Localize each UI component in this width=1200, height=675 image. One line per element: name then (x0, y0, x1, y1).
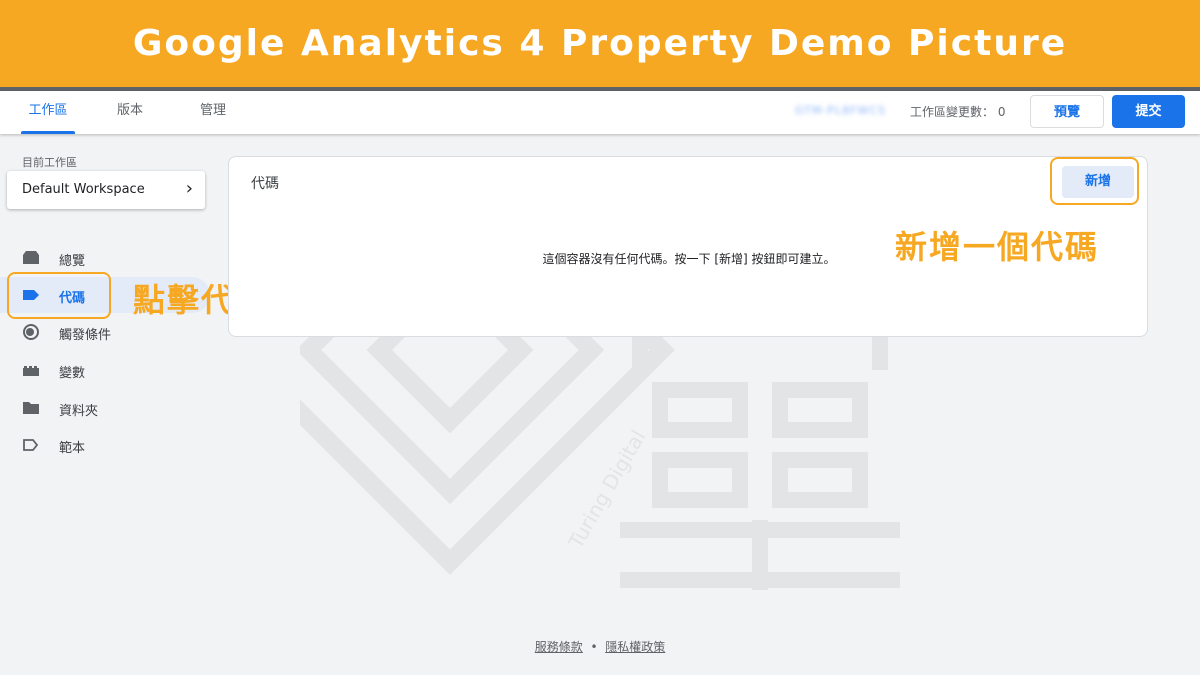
card-title: 代碼 (251, 176, 279, 192)
submit-button[interactable]: 提交 (1112, 95, 1185, 128)
top-navigation-bar: 工作區 版本 管理 GTM-PL8FWCS 工作區變更數： 0 預覽 提交 (0, 91, 1200, 134)
privacy-link[interactable]: 隱私權政策 (605, 640, 665, 654)
demo-banner: Google Analytics 4 Property Demo Picture (0, 0, 1200, 87)
folder-icon (23, 402, 39, 414)
sidebar-item-label: 觸發條件 (59, 328, 112, 343)
workspace-name: Default Workspace (22, 182, 145, 197)
sidebar-item-templates[interactable]: 範本 (0, 427, 210, 463)
overview-icon (23, 251, 39, 264)
current-workspace-label: 目前工作區 (22, 156, 77, 169)
footer-separator: • (590, 640, 598, 654)
preview-button[interactable]: 預覽 (1030, 95, 1104, 128)
tags-highlight-box (7, 272, 111, 319)
sidebar-item-label: 範本 (59, 441, 86, 456)
terms-link[interactable]: 服務條款 (535, 640, 583, 654)
callout-add-tag: 新增一個代碼 (895, 228, 1100, 266)
container-id: GTM-PL8FWCS (795, 104, 886, 117)
footer: 服務條款 • 隱私權政策 (0, 638, 1200, 655)
template-icon (23, 439, 39, 451)
sidebar-item-variables[interactable]: 變數 (0, 352, 210, 388)
trigger-icon (23, 324, 39, 340)
banner-title: Google Analytics 4 Property Demo Picture (132, 23, 1068, 64)
sidebar-item-label: 資料夾 (59, 404, 99, 419)
variables-icon (23, 366, 39, 376)
sidebar-item-label: 總覽 (59, 254, 86, 269)
sidebar-item-overview[interactable]: 總覽 (0, 240, 210, 276)
workspace-changes-count: 工作區變更數： 0 (910, 105, 1006, 119)
sidebar-item-folders[interactable]: 資料夾 (0, 390, 210, 426)
chevron-right-icon: › (185, 178, 193, 199)
new-button-highlight-box (1050, 157, 1139, 205)
tab-admin[interactable]: 管理 (190, 91, 236, 134)
tab-workspace[interactable]: 工作區 (21, 91, 75, 134)
workspace-selector[interactable]: Default Workspace › (7, 171, 205, 209)
watermark-text: Turing Digital (563, 426, 650, 553)
sidebar-item-label: 變數 (59, 366, 86, 381)
tab-versions[interactable]: 版本 (107, 91, 153, 134)
